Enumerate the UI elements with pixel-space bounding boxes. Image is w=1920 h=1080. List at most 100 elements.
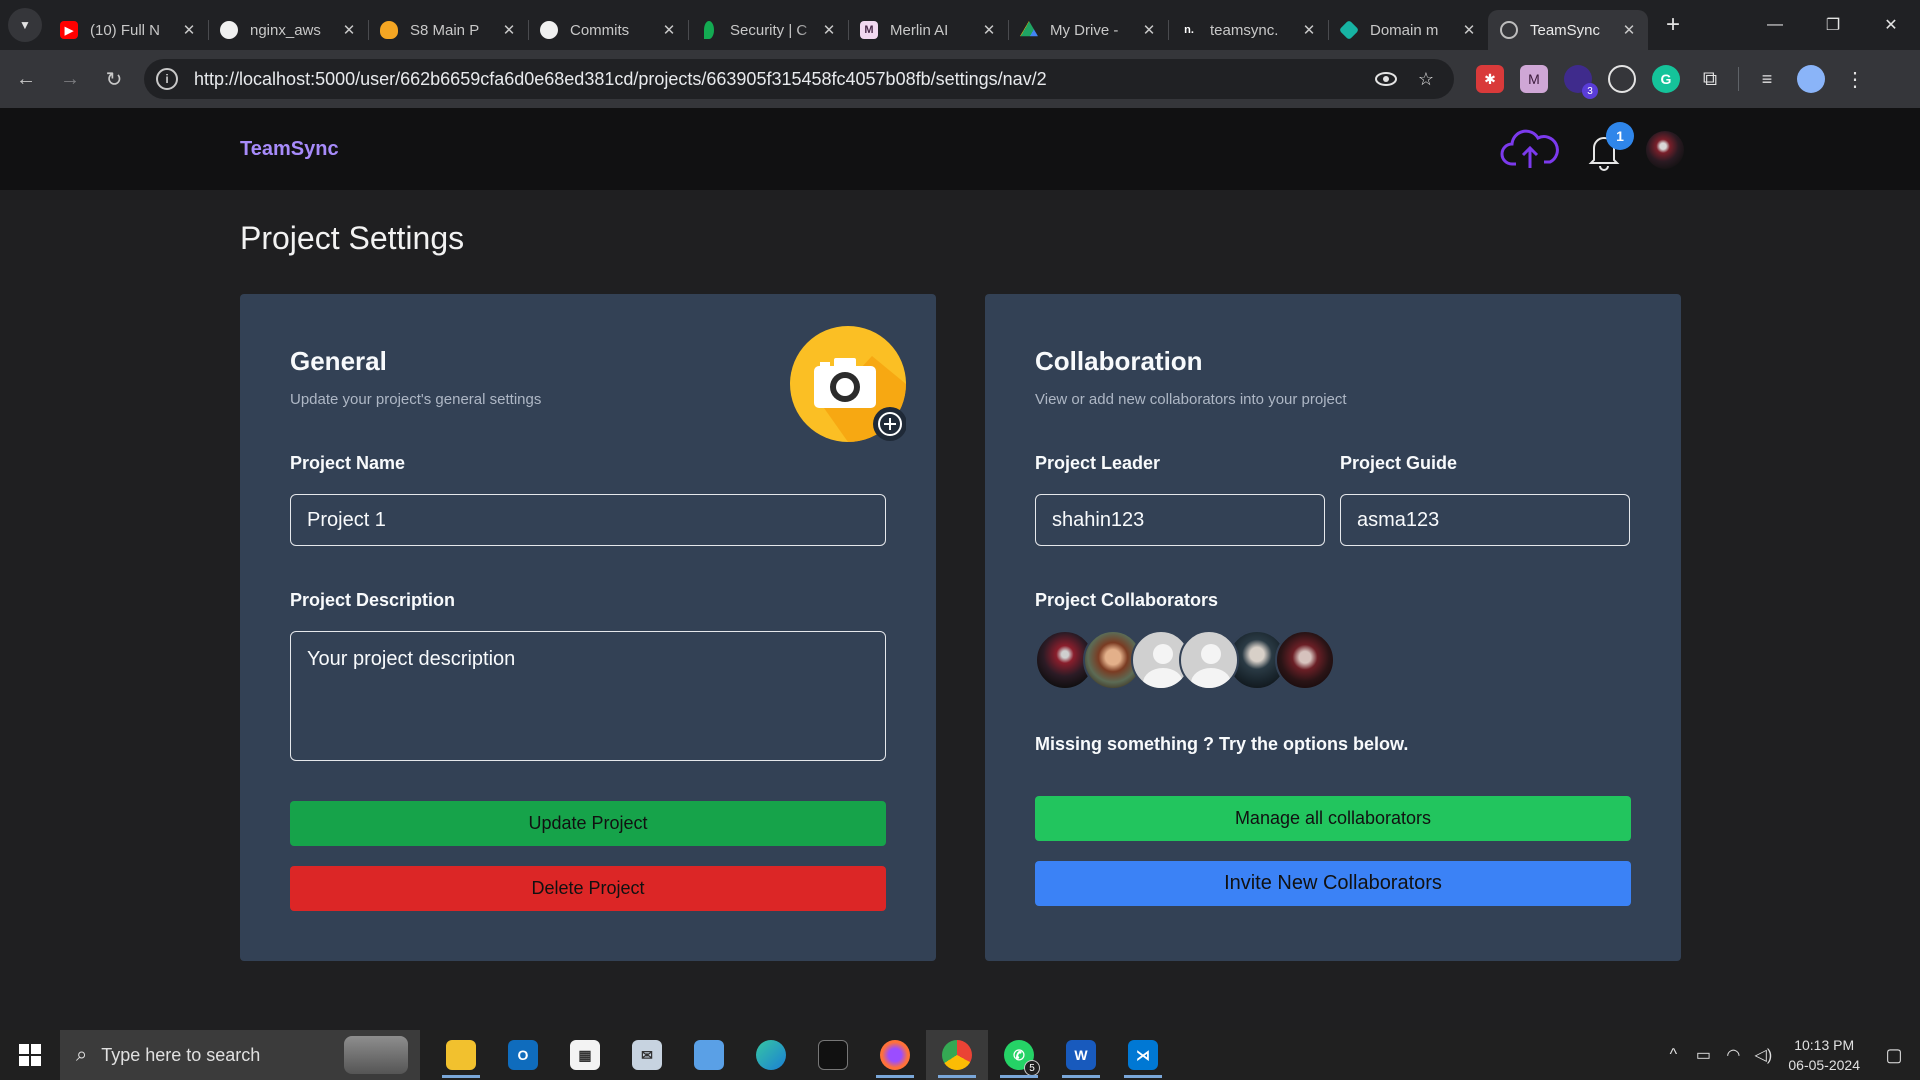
- close-tab-icon[interactable]: ✕: [660, 21, 678, 39]
- browser-tab[interactable]: Commits ✕: [528, 10, 688, 50]
- site-info-icon[interactable]: i: [156, 68, 178, 90]
- clock-time: 10:13 PM: [1794, 1037, 1855, 1053]
- close-window-icon[interactable]: ✕: [1862, 0, 1920, 50]
- back-arrow-icon[interactable]: ←: [8, 61, 44, 97]
- project-guide-field[interactable]: asma123: [1340, 494, 1630, 546]
- browser-tab[interactable]: Security | C ✕: [688, 10, 848, 50]
- browser-tab-active[interactable]: TeamSync ✕: [1488, 10, 1648, 50]
- action-center-icon[interactable]: ▢: [1874, 1045, 1914, 1066]
- browser-tab[interactable]: My Drive - ✕: [1008, 10, 1168, 50]
- merlin-extension-icon[interactable]: M: [1520, 65, 1548, 93]
- collaborator-avatar-placeholder[interactable]: [1179, 630, 1239, 690]
- url-text[interactable]: http://localhost:5000/user/662b6659cfa6d…: [194, 69, 1362, 90]
- tab-search-button[interactable]: ▼: [8, 8, 42, 42]
- microsoft-store-icon[interactable]: ▦: [554, 1030, 616, 1080]
- browser-menu-icon[interactable]: ⋮: [1841, 65, 1869, 93]
- whatsapp-badge: 5: [1024, 1060, 1040, 1076]
- update-project-button[interactable]: Update Project: [290, 801, 886, 846]
- forward-arrow-icon[interactable]: →: [52, 61, 88, 97]
- project-name-input[interactable]: Project 1: [290, 494, 886, 546]
- terminal-icon[interactable]: [802, 1030, 864, 1080]
- address-bar[interactable]: i http://localhost:5000/user/662b6659cfa…: [144, 59, 1454, 99]
- new-tab-plus-icon[interactable]: +: [1656, 8, 1690, 42]
- notifications-bell[interactable]: 1: [1584, 122, 1634, 172]
- extension-purple-icon[interactable]: 3: [1564, 65, 1598, 99]
- close-tab-icon[interactable]: ✕: [820, 21, 838, 39]
- grammarly-icon[interactable]: G: [1652, 65, 1680, 93]
- taskbar-search[interactable]: ⌕ Type here to search: [60, 1030, 420, 1080]
- volume-icon[interactable]: ◁): [1748, 1045, 1778, 1065]
- project-photo-camera-icon[interactable]: [790, 326, 906, 442]
- minimize-icon[interactable]: —: [1746, 0, 1804, 50]
- invite-collaborators-button[interactable]: Invite New Collaborators: [1035, 861, 1631, 906]
- extension-red-icon[interactable]: ✱: [1476, 65, 1504, 93]
- taskbar-search-placeholder: Type here to search: [101, 1044, 261, 1065]
- manage-collaborators-button[interactable]: Manage all collaborators: [1035, 796, 1631, 841]
- close-tab-icon[interactable]: ✕: [980, 21, 998, 39]
- speedometer-extension-icon[interactable]: [1608, 65, 1636, 93]
- close-tab-icon[interactable]: ✕: [1300, 21, 1318, 39]
- domain-diamond-icon: [1338, 19, 1360, 41]
- wifi-icon[interactable]: ◠: [1718, 1045, 1748, 1065]
- edge-icon[interactable]: [740, 1030, 802, 1080]
- firebase-icon: [380, 21, 398, 39]
- browser-toolbar: ← → ↻ i http://localhost:5000/user/662b6…: [0, 50, 1920, 108]
- youtube-icon: ▶: [60, 21, 78, 39]
- project-name-label: Project Name: [290, 453, 406, 473]
- project-leader-label: Project Leader: [1035, 453, 1161, 473]
- collaborator-avatar[interactable]: [1275, 630, 1335, 690]
- search-highlight-camera-icon: [344, 1036, 408, 1074]
- chrome-icon[interactable]: [926, 1030, 988, 1080]
- close-tab-icon[interactable]: ✕: [1620, 21, 1638, 39]
- vscode-icon[interactable]: ⋊: [1112, 1030, 1174, 1080]
- general-settings-card: General Update your project's general se…: [240, 294, 936, 961]
- tab-title: Merlin AI: [890, 21, 949, 39]
- globe-icon: [1500, 21, 1518, 39]
- mongodb-leaf-icon: [704, 21, 714, 39]
- tab-title: Security | C: [730, 21, 808, 39]
- restore-icon[interactable]: ❐: [1804, 0, 1862, 50]
- netlify-n-icon: n.: [1180, 21, 1198, 39]
- firefox-icon[interactable]: [864, 1030, 926, 1080]
- tab-title: Commits: [570, 21, 630, 39]
- cloud-upload-icon[interactable]: [1500, 128, 1560, 172]
- tab-title: Domain m: [1370, 21, 1439, 39]
- close-tab-icon[interactable]: ✕: [1140, 21, 1158, 39]
- project-leader-field[interactable]: shahin123: [1035, 494, 1325, 546]
- close-tab-icon[interactable]: ✕: [340, 21, 358, 39]
- brand-logo[interactable]: TeamSync: [240, 138, 339, 161]
- taskbar-clock[interactable]: 10:13 PM 06-05-2024: [1788, 1035, 1860, 1075]
- control-panel-icon[interactable]: [678, 1030, 740, 1080]
- browser-tab[interactable]: nginx_aws ✕: [208, 10, 368, 50]
- close-tab-icon[interactable]: ✕: [180, 21, 198, 39]
- browser-tab[interactable]: S8 Main P ✕: [368, 10, 528, 50]
- tab-title: S8 Main P: [410, 21, 480, 39]
- close-tab-icon[interactable]: ✕: [1460, 21, 1478, 39]
- battery-icon[interactable]: ▭: [1688, 1045, 1718, 1065]
- extensions-puzzle-icon[interactable]: ⧉: [1696, 65, 1724, 93]
- eye-icon[interactable]: [1370, 63, 1402, 95]
- tab-title: nginx_aws: [250, 21, 321, 39]
- chevron-up-icon[interactable]: ^: [1658, 1046, 1688, 1064]
- delete-project-button[interactable]: Delete Project: [290, 866, 886, 911]
- tab-title: TeamSync: [1530, 21, 1601, 39]
- notification-count-badge: 1: [1606, 122, 1634, 150]
- reload-icon[interactable]: ↻: [96, 61, 132, 97]
- outlook-icon[interactable]: O: [492, 1030, 554, 1080]
- browser-tab[interactable]: Domain m ✕: [1328, 10, 1488, 50]
- media-queue-icon[interactable]: ≡: [1753, 65, 1781, 93]
- file-explorer-icon[interactable]: [430, 1030, 492, 1080]
- windows-start-icon[interactable]: [0, 1030, 60, 1080]
- project-description-textarea[interactable]: Your project description: [290, 631, 886, 761]
- word-icon[interactable]: W: [1050, 1030, 1112, 1080]
- profile-avatar[interactable]: [1797, 65, 1825, 93]
- bookmark-star-icon[interactable]: ☆: [1410, 63, 1442, 95]
- user-avatar[interactable]: [1646, 131, 1684, 169]
- browser-tab[interactable]: M Merlin AI ✕: [848, 10, 1008, 50]
- mail-app-icon[interactable]: ✉: [616, 1030, 678, 1080]
- browser-tab[interactable]: ▶ (10) Full N ✕: [48, 10, 208, 50]
- close-tab-icon[interactable]: ✕: [500, 21, 518, 39]
- tab-title: My Drive -: [1050, 21, 1119, 39]
- browser-tab[interactable]: n. teamsync. ✕: [1168, 10, 1328, 50]
- whatsapp-icon[interactable]: ✆ 5: [988, 1030, 1050, 1080]
